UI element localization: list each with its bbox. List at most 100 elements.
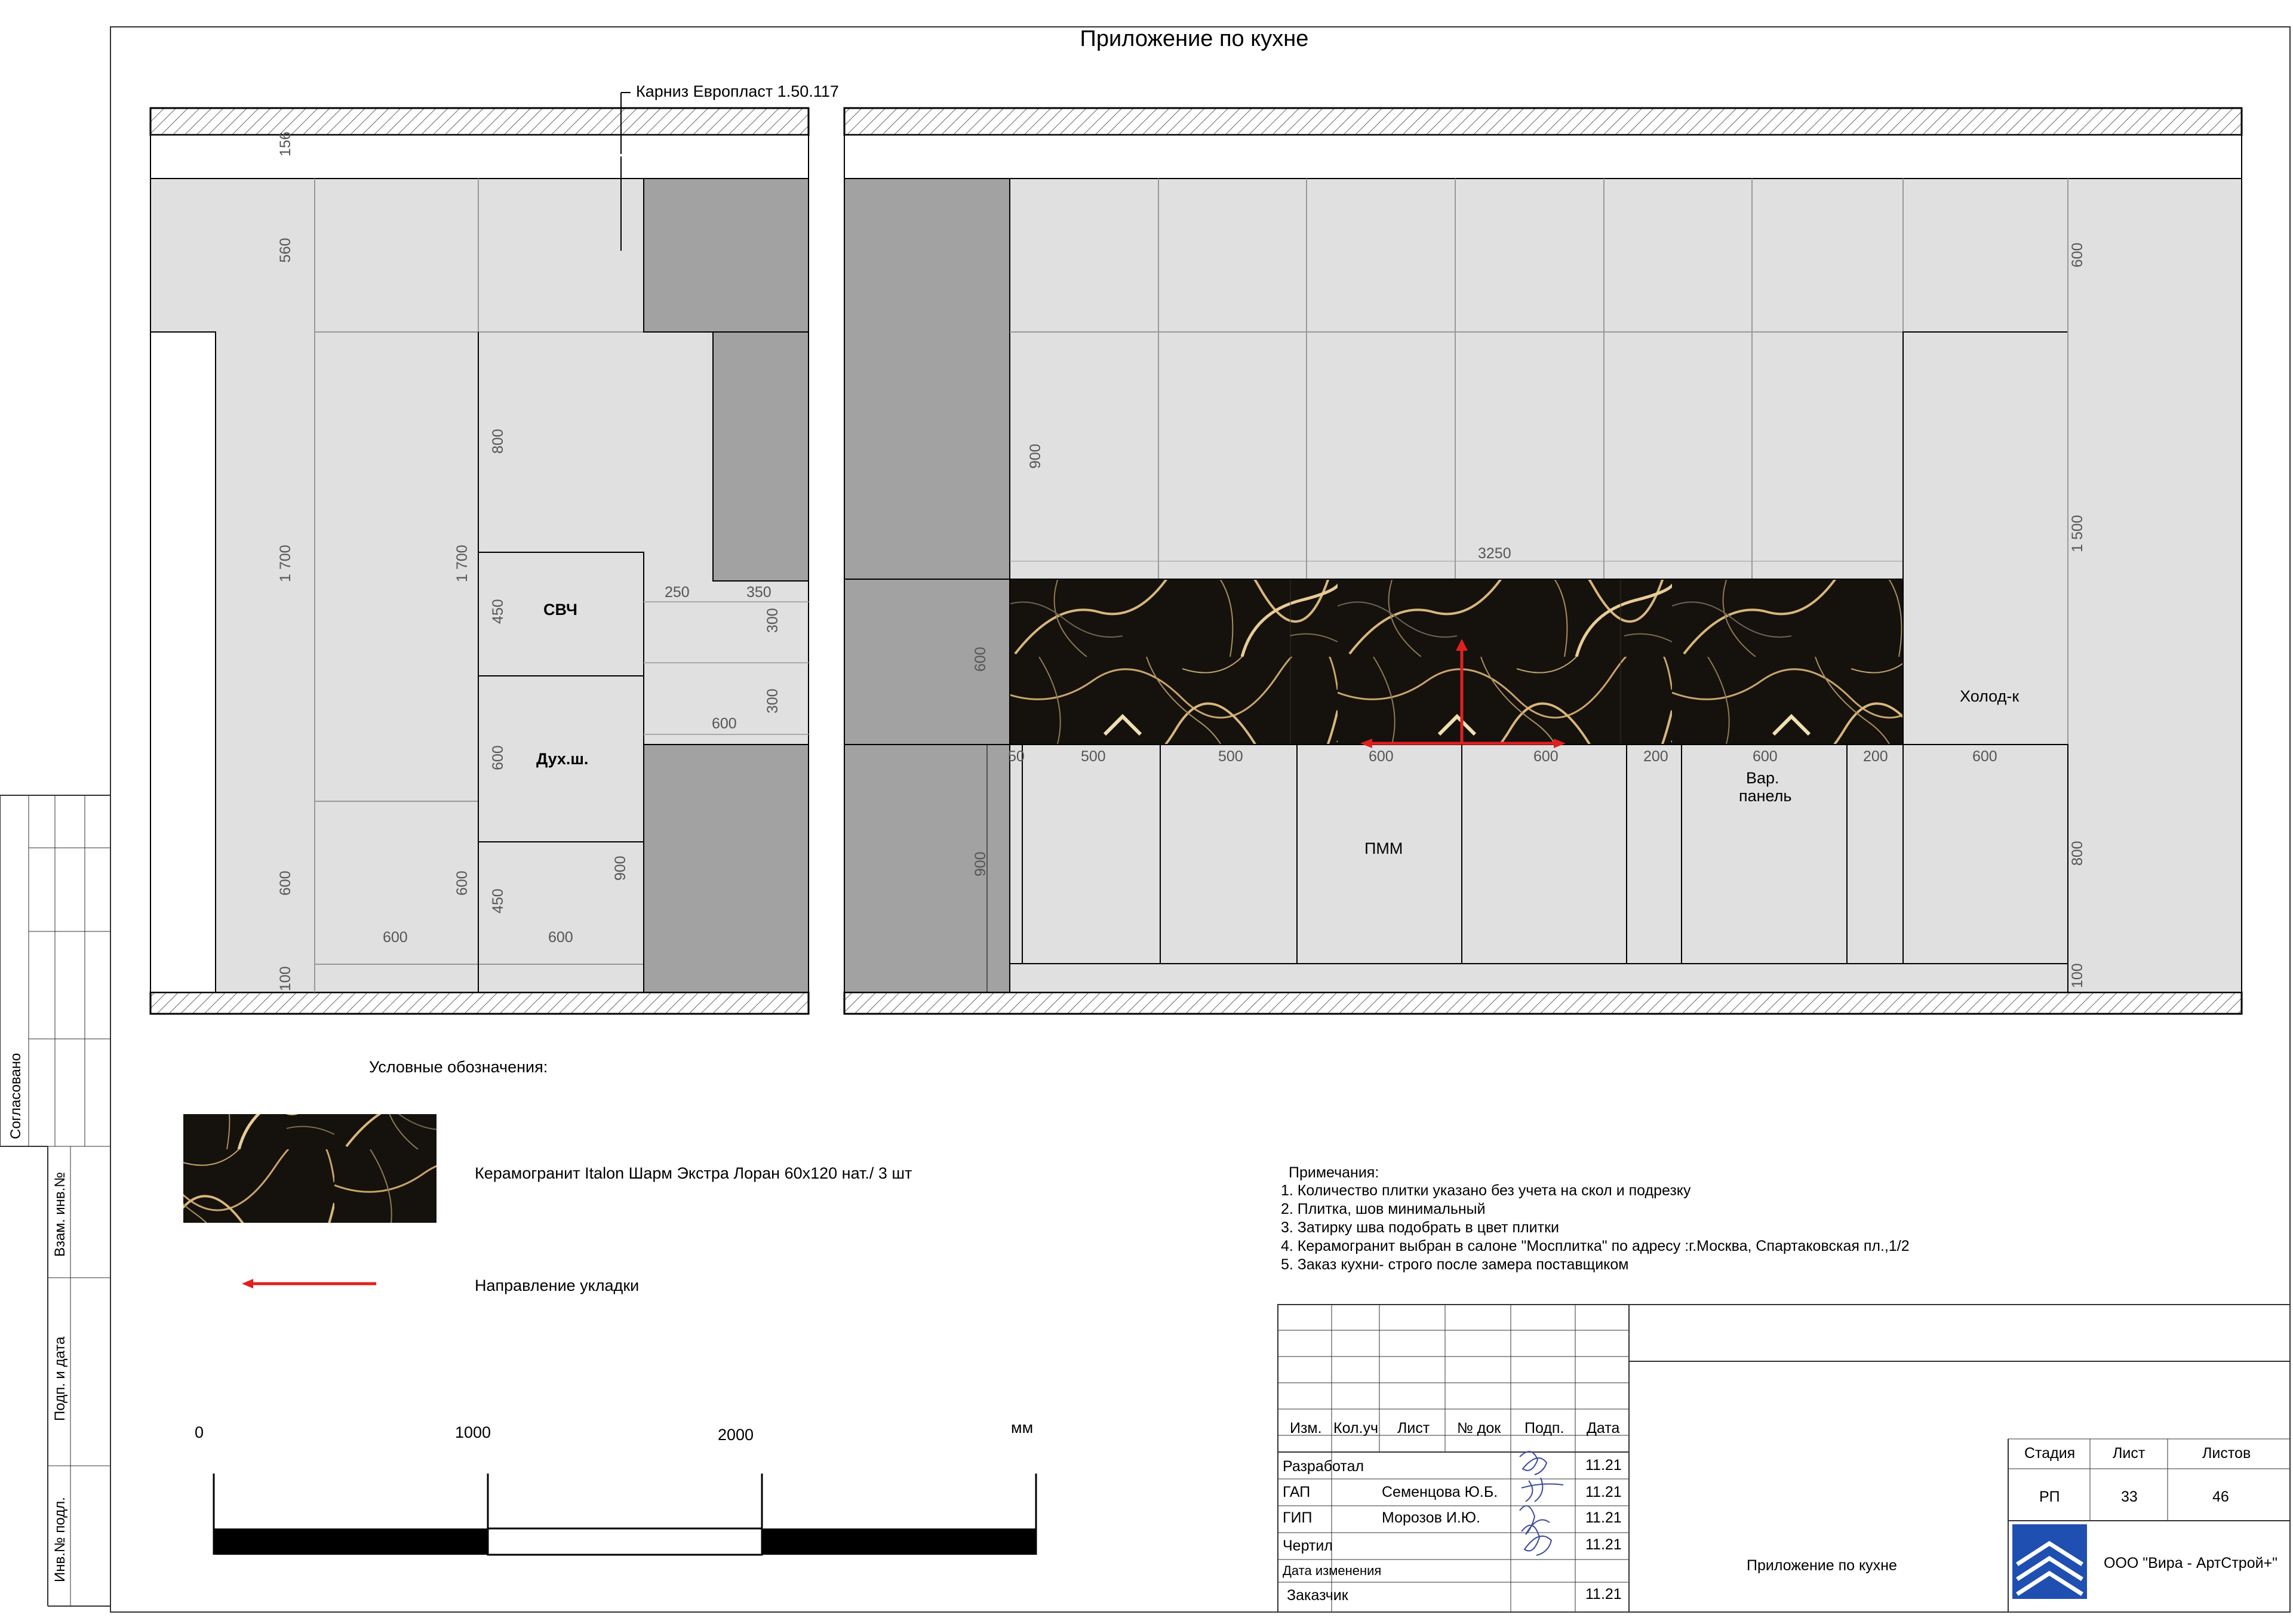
oven-label: Дух.ш. [536,750,588,768]
dim-156: 156 [277,131,294,156]
dim-b600-d: 600 [1972,748,1997,765]
dim-600-e: 600 [383,929,408,946]
dim-b500-b: 500 [1218,748,1243,765]
door-opening [150,331,216,993]
lower-dark-panel [643,744,809,993]
note-2: 2. Плитка, шов минимальный [1281,1201,1486,1217]
note-5-warning: 5. Заказ кухни- строго после замера пост… [1281,1256,1628,1273]
plinth [1009,963,2068,993]
base-cabinets [1009,744,2068,964]
signatures [1519,1451,1564,1556]
sheets-value: 46 [2212,1488,2229,1505]
stage-value: РП [2039,1488,2060,1505]
dim-600-b: 600 [454,871,471,896]
dim-b50: 50 [1008,748,1025,765]
upper-dark-panel [643,178,809,333]
dim-100: 100 [2069,963,2086,988]
tb-row-role: ГАП [1283,1484,1310,1500]
tb-row-date: 11.21 [1585,1457,1622,1474]
dim-800: 800 [490,429,506,454]
tb-header-list: Лист [1397,1420,1430,1437]
tb-row-name: Семенцова Ю.Б. [1382,1484,1498,1500]
dim-350: 350 [746,584,771,601]
dim-300-b: 300 [764,688,781,713]
legend-tile-label: Керамогранит Italon Шарм Экстра Лоран 60… [475,1164,912,1182]
legend: Условные обозначения: Керамогранит Italo… [183,1058,912,1294]
cornice-band [150,134,809,179]
drawing-sheet: Карниз Европласт 1.50.117 СВЧ Дух.ш. 156… [0,26,2291,1613]
tb-row-date: 11.21 [1585,1586,1622,1603]
notes-heading: Примечания: [1289,1164,1379,1181]
tb-header-podp: Подп. [1524,1420,1564,1437]
note-3: 3. Затирку шва подобрать в цвет плитки [1281,1219,1559,1236]
tb-header-date: Дата [1587,1420,1619,1437]
sheet-header: Лист [2113,1445,2146,1462]
dim-900-a: 900 [1027,444,1044,469]
stamp-sign-date: Подп. и дата [52,1336,68,1421]
cornice-label: Карниз Европласт 1.50.117 [636,82,839,100]
tb-row-role: Дата изменения [1283,1563,1381,1578]
microwave-label: СВЧ [543,601,577,619]
tb-row-role: Заказчик [1287,1587,1349,1604]
dim-800: 800 [2069,841,2086,866]
legend-title: Условные обозначения: [369,1058,548,1076]
tb-row-role: Чертил [1283,1537,1333,1554]
sheet-title: Приложение по кухне [1080,26,1309,51]
tb-header-ndoc: № док [1457,1420,1501,1437]
company-logo [2012,1524,2087,1599]
tb-row-date: 11.21 [1585,1484,1622,1500]
dim-250: 250 [665,584,690,601]
tb-header-kolvo: Кол.уч [1333,1420,1378,1437]
dim-1500: 1 500 [2069,515,2086,552]
dim-450-b: 450 [490,888,506,914]
cornice-band [844,134,2242,179]
side-stamp: Согласовано Взам. инв.№ Подп. и дата Инв… [0,795,110,1607]
legend-arrow-label: Направление укладки [475,1277,639,1294]
right-dark-panel [712,331,809,582]
note-4: 4. Керамогранит выбран в салоне "Мосплит… [1281,1238,1910,1254]
tb-row-date: 11.21 [1585,1509,1622,1526]
stage-header: Стадия [2024,1445,2075,1462]
doc-title: Приложение по кухне [1747,1557,1897,1574]
right-elevation: Холод-к ПММ Вар. панель 3250 900 600 900… [843,107,2243,1015]
dim-600-d: 600 [712,715,737,732]
dim-b200-a: 200 [1643,748,1668,765]
scale-tick-2000: 2000 [718,1426,754,1444]
tb-row-role: ГИП [1283,1509,1312,1526]
tb-row-date: 11.21 [1585,1536,1622,1553]
dim-300-a: 300 [764,608,781,633]
dim-100: 100 [277,966,294,991]
dim-b600-b: 600 [1533,748,1559,765]
note-1: 1. Количество плитки указано без учета н… [1281,1182,1691,1199]
fridge-label: Холод-к [1960,687,2019,705]
dim-600-a: 600 [277,871,294,896]
dim-1700-b: 1 700 [454,545,471,582]
legend-tile-swatch [183,1114,437,1223]
stamp-inv-orig: Инв.№ подл. [52,1497,68,1582]
notes: Примечания: 1. Количество плитки указано… [1281,1164,1910,1273]
dim-900: 900 [612,856,629,881]
sheets-header: Листов [2202,1445,2251,1462]
dim-450-a: 450 [490,599,506,624]
scale-tick-1000: 1000 [455,1423,491,1441]
marble-backsplash [1009,579,1904,745]
tb-row-role: Разработал [1283,1458,1364,1475]
ceiling-hatch [843,107,2243,136]
stamp-agreed: Согласовано [8,1053,24,1139]
dishwasher-label: ПММ [1364,839,1403,857]
dim-b200-b: 200 [1863,748,1888,765]
dim-600-c: 600 [490,745,506,770]
tb-header-izm: Изм. [1290,1420,1322,1437]
stamp-replace-inv: Взам. инв.№ [52,1172,68,1257]
fridge-column [1902,331,2068,745]
tb-row-name: Морозов И.Ю. [1382,1509,1480,1526]
dim-600-f: 600 [548,929,573,946]
cooktop-label-1: Вар. [1746,769,1779,787]
dim-560: 560 [277,238,294,263]
dim-1700-a: 1 700 [277,545,294,582]
scale-bar: 0 1000 2000 мм [195,1419,1037,1556]
scale-tick-0: 0 [195,1423,204,1441]
dim-600-r1: 600 [2069,242,2086,267]
dim-b600-c: 600 [1753,748,1778,765]
sheet-value: 33 [2121,1488,2138,1505]
